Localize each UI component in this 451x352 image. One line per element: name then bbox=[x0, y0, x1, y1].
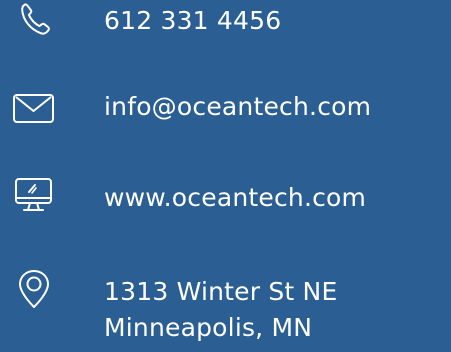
website-url: www.oceantech.com bbox=[104, 183, 367, 212]
contact-panel: 612 331 4456 info@oceantech.com www.ocea… bbox=[0, 0, 451, 352]
phone-row[interactable]: 612 331 4456 bbox=[0, 0, 451, 50]
phone-number: 612 331 4456 bbox=[104, 6, 282, 35]
phone-icon bbox=[21, 3, 50, 35]
website-row[interactable]: www.oceantech.com bbox=[0, 168, 451, 226]
email-row[interactable]: info@oceantech.com bbox=[0, 78, 451, 136]
address-line-2: Minneapolis, MN bbox=[104, 313, 313, 342]
mail-icon bbox=[13, 94, 54, 123]
email-address: info@oceantech.com bbox=[104, 92, 372, 121]
address-row[interactable]: 1313 Winter St NE Minneapolis, MN bbox=[0, 268, 451, 352]
address-line-1: 1313 Winter St NE bbox=[104, 277, 338, 306]
desktop-monitor-icon bbox=[15, 178, 52, 211]
location-pin-icon bbox=[19, 270, 49, 308]
